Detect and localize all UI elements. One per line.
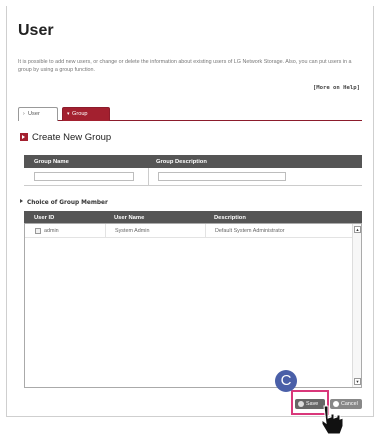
scroll-up-icon[interactable]: ▲ [354, 226, 361, 233]
member-list-scrollbar[interactable]: ▲ ▼ [352, 224, 361, 387]
triangle-bullet-icon [20, 199, 23, 203]
tab-arrow-icon: › [23, 111, 25, 117]
tab-user[interactable]: › User [18, 107, 58, 121]
tab-group[interactable]: ▾ Group [62, 107, 110, 121]
col-group-name: Group Name [34, 159, 69, 165]
member-checkbox[interactable] [35, 228, 41, 234]
column-divider [205, 224, 206, 238]
tab-user-label: User [28, 111, 40, 117]
table-row[interactable]: admin System Admin Default System Admini… [25, 224, 353, 238]
hand-cursor-icon [321, 405, 344, 435]
step-marker: C [275, 370, 297, 392]
member-table-header: User ID User Name Description [24, 211, 362, 223]
scroll-down-icon[interactable]: ▼ [354, 378, 361, 385]
col-user-name: User Name [114, 215, 145, 221]
group-table-header: Group Name Group Description [24, 155, 362, 168]
member-choice-title: Choice of Group Member [20, 199, 108, 206]
group-input-row [24, 168, 362, 186]
member-choice-title-text: Choice of Group Member [27, 200, 108, 206]
member-user-id: admin [44, 228, 59, 234]
page-description: It is possible to add new users, or chan… [18, 59, 352, 73]
group-description-input[interactable] [158, 172, 286, 181]
member-description: Default System Administrator [215, 228, 285, 234]
tab-bar: › User ▾ Group [18, 107, 362, 121]
more-help-link[interactable]: [More on Help] [313, 85, 360, 91]
create-group-title: Create New Group [20, 132, 111, 143]
tab-group-label: Group [72, 111, 88, 117]
col-user-id: User ID [34, 215, 55, 221]
member-user-name: System Admin [115, 228, 150, 234]
page-title: User [18, 22, 54, 39]
create-group-title-text: Create New Group [32, 132, 112, 143]
tab-arrow-icon: ▾ [67, 111, 70, 117]
group-name-input[interactable] [34, 172, 134, 181]
column-divider [105, 224, 106, 238]
column-divider [148, 168, 149, 186]
col-group-description: Group Description [156, 159, 207, 165]
col-description: Description [214, 215, 246, 221]
section-bullet-icon [20, 133, 28, 141]
member-list[interactable]: admin System Admin Default System Admini… [24, 223, 362, 388]
